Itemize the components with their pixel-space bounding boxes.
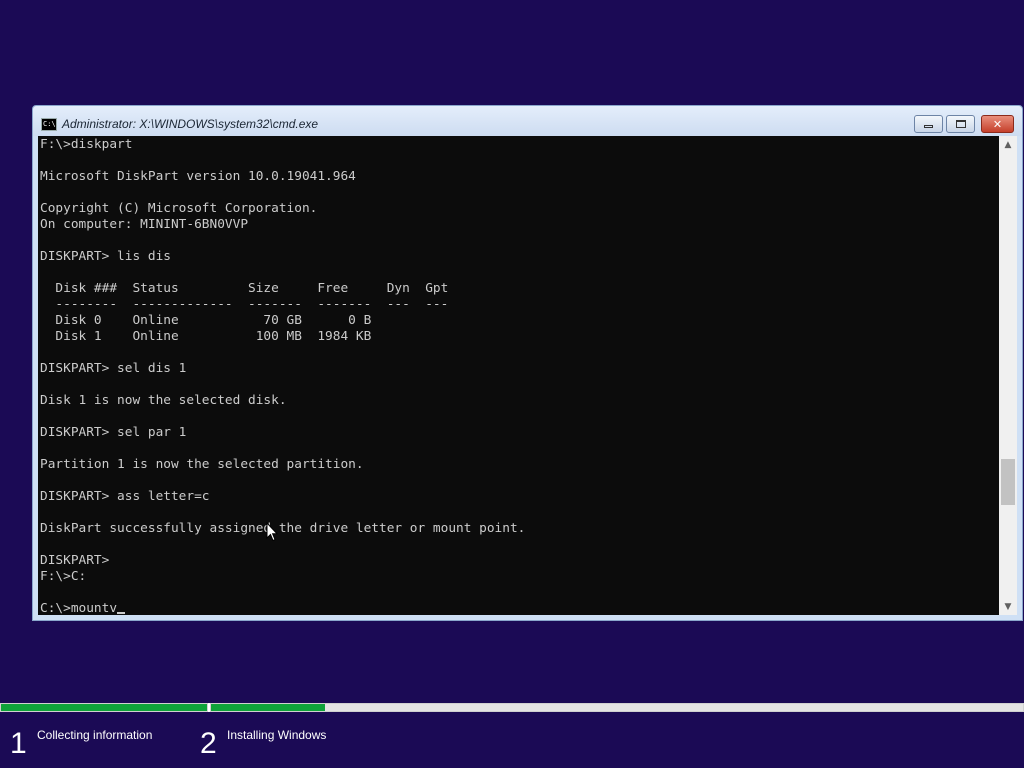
- minimize-icon: [924, 125, 933, 128]
- vertical-scrollbar[interactable]: ▲ ▼: [999, 136, 1017, 615]
- console-line: Disk ### Status Size Free Dyn Gpt: [40, 281, 449, 296]
- console-text: F:\>diskpart Microsoft DiskPart version 1…: [38, 136, 999, 615]
- window-title: Administrator: X:\WINDOWS\system32\cmd.e…: [62, 117, 319, 131]
- console-line: DISKPART> sel dis 1: [40, 361, 187, 376]
- close-icon: ✕: [992, 117, 1003, 131]
- console-app-icon[interactable]: C:\: [41, 118, 57, 131]
- console-line: DISKPART> lis dis: [40, 249, 171, 264]
- setup-progress-bar: [0, 703, 1024, 712]
- scroll-up-arrow-icon[interactable]: ▲: [999, 136, 1017, 153]
- console-line: Disk 1 Online 100 MB 1984 KB: [40, 329, 372, 344]
- setup-step-installing-windows: 2 Installing Windows: [200, 726, 326, 762]
- console-line: Disk 0 Online 70 GB 0 B: [40, 313, 372, 328]
- title-bar[interactable]: C:\ Administrator: X:\WINDOWS\system32\c…: [33, 106, 1022, 136]
- console-output[interactable]: F:\>diskpart Microsoft DiskPart version 1…: [38, 136, 999, 615]
- progress-segment-installing-windows: [210, 703, 1024, 712]
- console-line: F:\>diskpart: [40, 137, 133, 152]
- step-number: 1: [10, 727, 27, 760]
- close-button[interactable]: ✕: [981, 115, 1014, 133]
- minimize-button[interactable]: [914, 115, 943, 133]
- maximize-button[interactable]: [946, 115, 975, 133]
- console-line: DiskPart successfully assigned the drive…: [40, 521, 526, 536]
- step-label: Installing Windows: [227, 728, 327, 742]
- scroll-down-arrow-icon[interactable]: ▼: [999, 598, 1017, 615]
- console-line: Partition 1 is now the selected partitio…: [40, 457, 364, 472]
- maximize-icon: [955, 120, 966, 128]
- console-line: Copyright (C) Microsoft Corporation.: [40, 201, 318, 216]
- console-line: -------- ------------- ------- ------- -…: [40, 297, 449, 312]
- console-line: F:\>C:: [40, 569, 87, 584]
- console-line: Disk 1 is now the selected disk.: [40, 393, 287, 408]
- progress-fill: [211, 704, 325, 711]
- setup-step-collecting-information: 1 Collecting information: [10, 726, 152, 762]
- scroll-thumb[interactable]: [1001, 459, 1015, 505]
- step-label: Collecting information: [37, 728, 153, 742]
- console-line: C:\>mountv: [40, 601, 999, 615]
- progress-fill: [1, 704, 207, 711]
- console-line: DISKPART>: [40, 553, 110, 568]
- progress-segment-collecting-information: [0, 703, 208, 712]
- mouse-pointer-icon: [266, 522, 278, 542]
- console-window: C:\ Administrator: X:\WINDOWS\system32\c…: [32, 105, 1023, 621]
- console-line: On computer: MININT-6BN0VVP: [40, 217, 249, 232]
- console-line: DISKPART> ass letter=c: [40, 489, 210, 504]
- text-cursor: [117, 612, 126, 614]
- step-number: 2: [200, 727, 217, 760]
- console-line: DISKPART> sel par 1: [40, 425, 187, 440]
- console-line: Microsoft DiskPart version 10.0.19041.96…: [40, 169, 356, 184]
